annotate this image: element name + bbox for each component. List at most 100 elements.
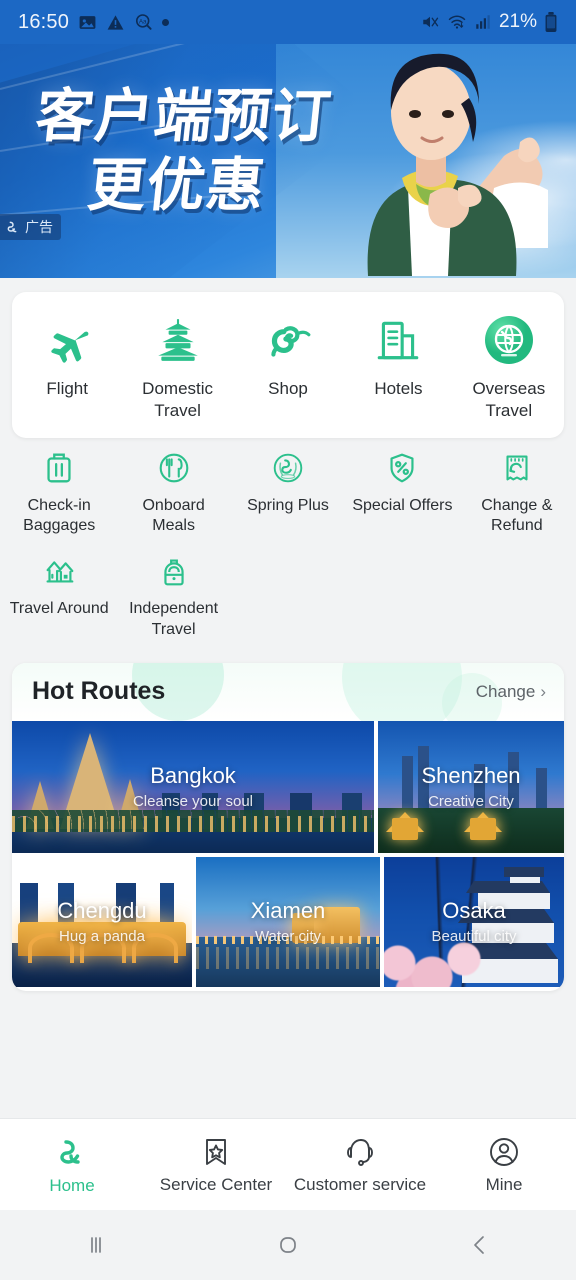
hot-routes-title: Hot Routes bbox=[32, 677, 166, 706]
percent-tag-icon bbox=[383, 448, 421, 488]
route-tagline: Beautiful city bbox=[431, 928, 517, 946]
flight-attendant-photo bbox=[367, 53, 548, 276]
route-tile-bangkok[interactable]: Bangkok Cleanse your soul bbox=[12, 720, 374, 853]
nav-item-service-center[interactable]: Service Center bbox=[144, 1135, 288, 1195]
status-bar-left: 16:50 Aa bbox=[18, 10, 170, 34]
nav-label: Mine bbox=[485, 1174, 523, 1194]
pagoda-icon bbox=[153, 314, 203, 366]
grid-spacer bbox=[345, 541, 459, 645]
hot-routes-header: Hot Routes Change › bbox=[12, 662, 564, 721]
android-navigation-bar bbox=[0, 1210, 576, 1280]
service-onboard-meals[interactable]: Onboard Meals bbox=[116, 438, 230, 542]
service-label: Independent Travel bbox=[129, 600, 219, 638]
warning-triangle-icon bbox=[107, 14, 124, 30]
cutlery-circle-icon bbox=[155, 448, 193, 488]
battery-icon bbox=[545, 12, 557, 32]
nav-item-mine[interactable]: Mine bbox=[432, 1135, 576, 1195]
back-icon bbox=[474, 1236, 484, 1254]
status-bar-right: 21% bbox=[420, 11, 558, 33]
spring-logo-icon bbox=[7, 221, 17, 233]
banner-headline-line1: 客户端预订 bbox=[32, 82, 335, 150]
tile-art-tower bbox=[402, 755, 413, 808]
spring-seal-icon bbox=[269, 448, 307, 488]
route-name: Shenzhen bbox=[421, 763, 521, 789]
nav-label: Customer service bbox=[293, 1174, 427, 1194]
back-button[interactable] bbox=[384, 1232, 576, 1258]
primary-services-card: Flight Domestic Travel Shop Hotels Overs… bbox=[12, 292, 564, 438]
sound-muted-icon bbox=[423, 16, 439, 28]
tile-art-reflection bbox=[196, 946, 380, 969]
airplane-icon bbox=[42, 314, 92, 366]
service-spring-plus[interactable]: Spring Plus bbox=[231, 438, 345, 542]
service-special-offers[interactable]: Special Offers bbox=[345, 438, 459, 542]
service-label: Special Offers bbox=[352, 496, 453, 514]
service-hotels[interactable]: Hotels bbox=[343, 292, 453, 438]
nav-item-customer-service[interactable]: Customer service bbox=[288, 1135, 432, 1195]
tile-art-pavilion-base bbox=[470, 817, 496, 840]
service-flight[interactable]: Flight bbox=[12, 292, 122, 438]
bookmark-star-icon bbox=[206, 1138, 226, 1165]
route-tagline: Hug a panda bbox=[59, 928, 145, 946]
route-tagline: Creative City bbox=[428, 793, 514, 811]
service-overseas-travel[interactable]: Overseas Travel bbox=[454, 292, 564, 438]
chevron-right-icon: › bbox=[540, 681, 546, 701]
person-circle-icon bbox=[490, 1137, 518, 1166]
nav-label: Service Center bbox=[159, 1174, 273, 1194]
grid-spacer bbox=[231, 541, 345, 645]
service-label: Onboard Meals bbox=[142, 496, 205, 535]
houses-icon bbox=[40, 551, 78, 591]
secondary-services-row-2: Travel Around Independent Travel bbox=[0, 541, 576, 645]
banner-headline-line2: 更优惠 bbox=[84, 150, 269, 219]
tile-art-tower bbox=[536, 767, 547, 808]
route-name: Chengdu bbox=[57, 898, 147, 924]
service-label: Change & Refund bbox=[481, 496, 553, 535]
route-tile-xiamen[interactable]: Xiamen Water city bbox=[196, 856, 380, 987]
service-travel-around[interactable]: Travel Around bbox=[2, 541, 116, 645]
home-button[interactable] bbox=[192, 1232, 384, 1258]
route-tile-shenzhen[interactable]: Shenzhen Creative City bbox=[378, 720, 564, 853]
service-label: Hotels bbox=[374, 379, 423, 398]
service-label: Check-in Baggages bbox=[23, 496, 96, 535]
hot-routes-change-button[interactable]: Change › bbox=[476, 682, 546, 702]
route-name: Xiamen bbox=[250, 898, 326, 924]
home-icon bbox=[280, 1237, 296, 1253]
bottom-navigation: Home Service Center Customer service Min… bbox=[0, 1118, 576, 1210]
ad-badge-label: 广告 bbox=[25, 219, 53, 235]
battery-percent: 21% bbox=[498, 11, 537, 32]
tile-art-pavilion-base bbox=[392, 817, 418, 840]
service-label: Travel Around bbox=[9, 600, 109, 618]
route-tile-osaka[interactable]: Osaka Beautiful city bbox=[384, 856, 564, 987]
nav-label: Home bbox=[49, 1175, 95, 1195]
banner-headline: 客户端预订 更优惠 bbox=[32, 82, 335, 219]
service-label: Spring Plus bbox=[247, 496, 329, 514]
spring-logo-icon bbox=[60, 1139, 80, 1164]
service-label: Shop bbox=[268, 379, 308, 398]
route-tile-chengdu[interactable]: Chengdu Hug a panda bbox=[12, 857, 192, 987]
service-change-refund[interactable]: Change & Refund bbox=[460, 438, 574, 542]
route-tagline: Cleanse your soul bbox=[132, 793, 254, 811]
image-icon bbox=[79, 15, 96, 29]
service-shop[interactable]: Shop bbox=[233, 292, 343, 438]
refund-receipt-icon bbox=[498, 448, 536, 488]
suitcase-icon bbox=[40, 448, 78, 488]
service-domestic-travel[interactable]: Domestic Travel bbox=[122, 292, 232, 438]
status-time: 16:50 bbox=[18, 10, 70, 33]
buildings-icon bbox=[373, 314, 423, 366]
hot-routes-row-1: Bangkok Cleanse your soul Shenzhen Creat… bbox=[12, 720, 564, 853]
wifi-icon bbox=[448, 15, 466, 29]
service-label: Flight bbox=[46, 379, 88, 398]
backpack-icon bbox=[155, 551, 193, 591]
service-independent-travel[interactable]: Independent Travel bbox=[116, 541, 230, 645]
secondary-services-row-1: Check-in Baggages Onboard Meals Spring P… bbox=[0, 438, 576, 542]
recents-icon bbox=[91, 1237, 101, 1253]
hot-routes-tiles: Bangkok Cleanse your soul Shenzhen Creat… bbox=[12, 720, 564, 987]
service-label: Overseas Travel bbox=[472, 379, 546, 420]
grid-spacer bbox=[460, 541, 574, 645]
tile-art-lights bbox=[12, 815, 374, 832]
route-name: Osaka bbox=[442, 898, 506, 924]
nav-item-home[interactable]: Home bbox=[0, 1134, 144, 1196]
recents-button[interactable] bbox=[0, 1232, 192, 1258]
service-check-in-baggages[interactable]: Check-in Baggages bbox=[2, 438, 116, 542]
service-label: Domestic Travel bbox=[142, 379, 214, 420]
primary-services-row: Flight Domestic Travel Shop Hotels Overs… bbox=[12, 292, 564, 438]
